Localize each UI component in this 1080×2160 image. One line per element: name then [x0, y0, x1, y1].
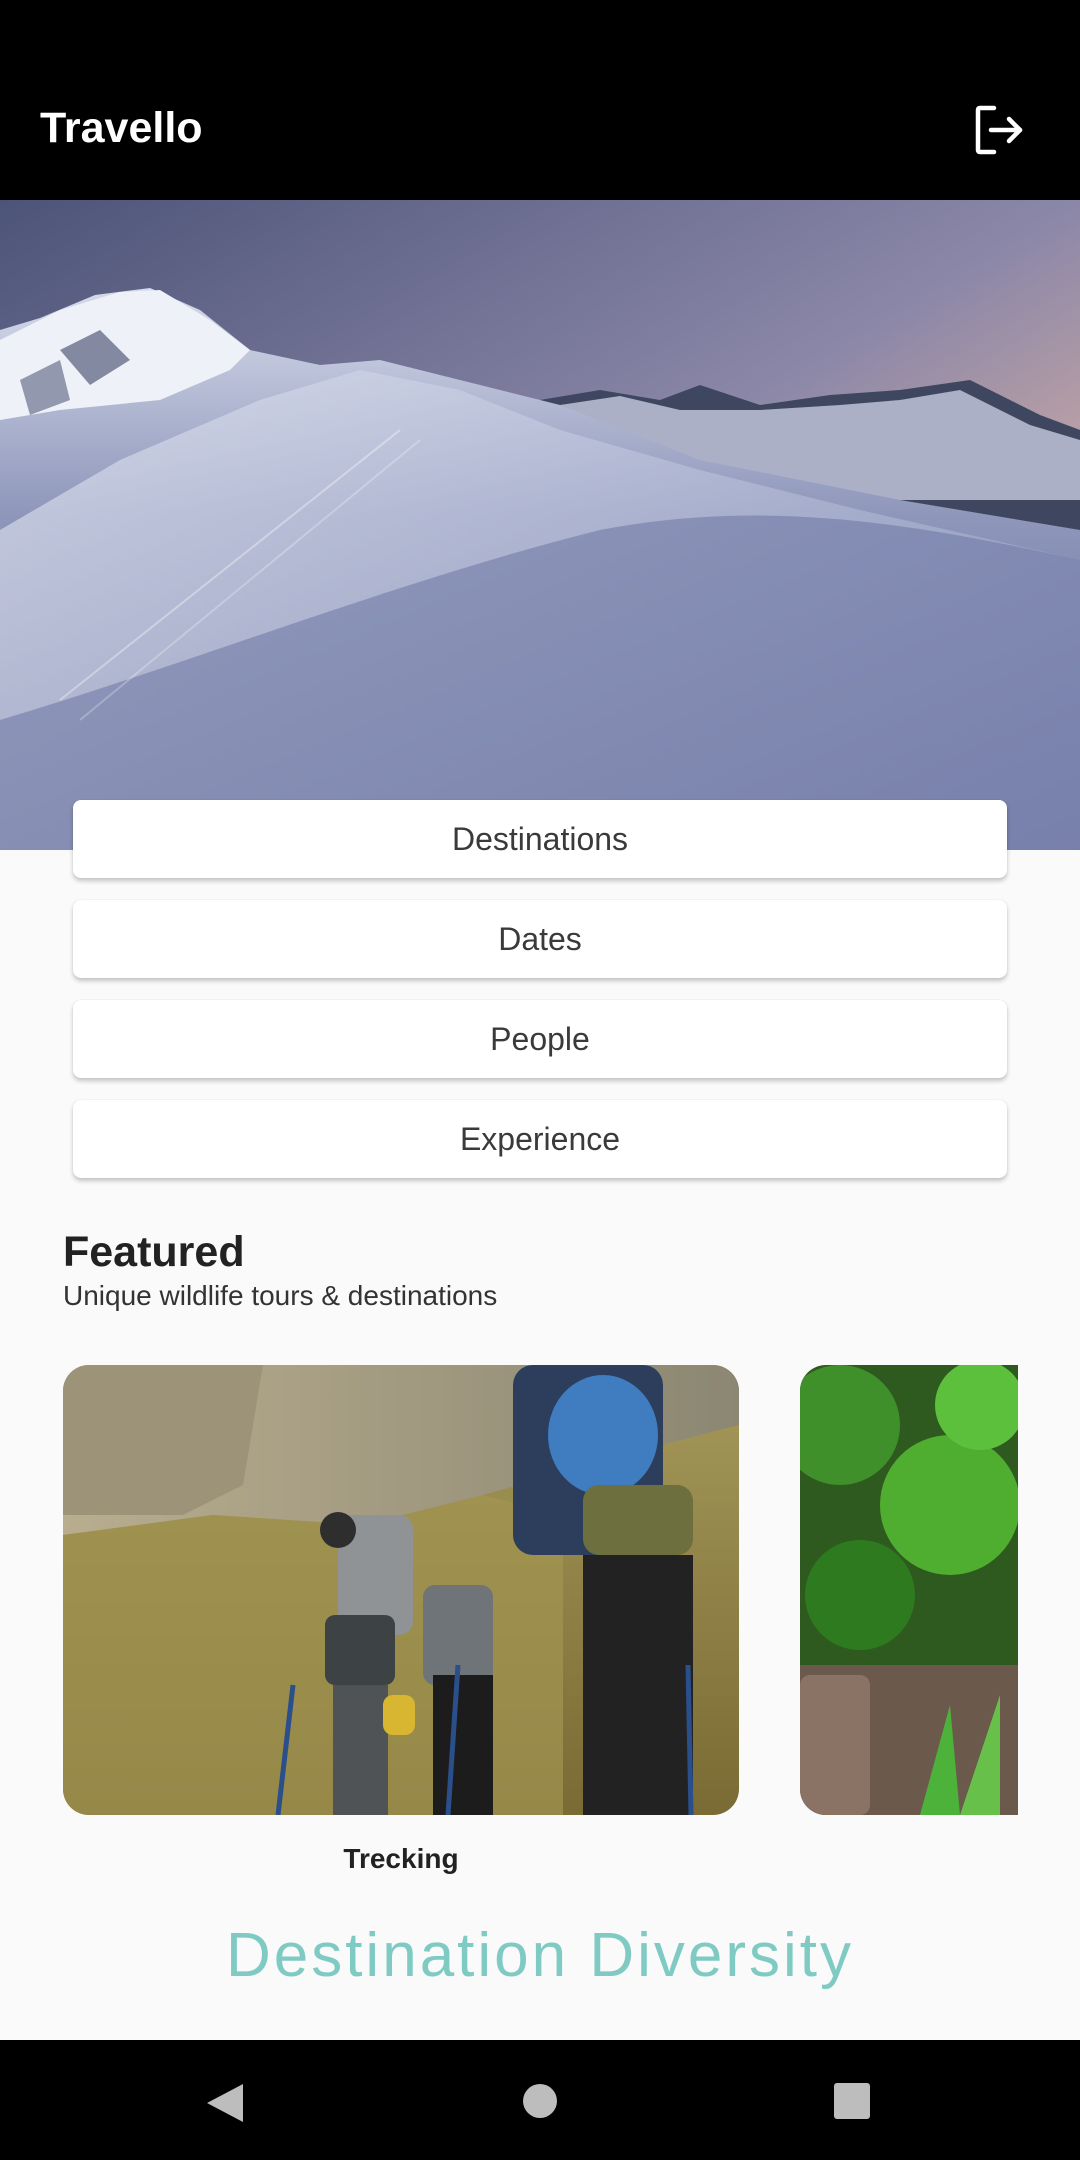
- experience-button[interactable]: Experience: [73, 1100, 1007, 1178]
- logout-icon[interactable]: [974, 104, 1026, 156]
- people-button[interactable]: People: [73, 1000, 1007, 1078]
- featured-heading: Featured: [63, 1228, 245, 1276]
- recents-square-icon[interactable]: [834, 2083, 870, 2124]
- featured-subtitle: Unique wildlife tours & destinations: [63, 1280, 498, 1311]
- destination-diversity-heading: Destination Diversity: [225, 1921, 855, 1990]
- system-nav-bar: [0, 2040, 1080, 2160]
- back-triangle-icon[interactable]: [205, 2082, 245, 2129]
- app-title: Travello: [40, 104, 203, 152]
- destinations-button[interactable]: Destinations: [73, 800, 1007, 878]
- nature-card-image[interactable]: [800, 1365, 1018, 1815]
- app-bar: Travello: [0, 0, 1080, 200]
- trecking-card-label: Trecking: [343, 1843, 459, 1874]
- screen: Travello Destinations Dates People Exper…: [0, 0, 1080, 2160]
- dates-button[interactable]: Dates: [73, 900, 1007, 978]
- trecking-card-image[interactable]: [63, 1365, 739, 1815]
- hero-mountain-image: [0, 200, 1080, 850]
- home-circle-icon[interactable]: [522, 2083, 558, 2124]
